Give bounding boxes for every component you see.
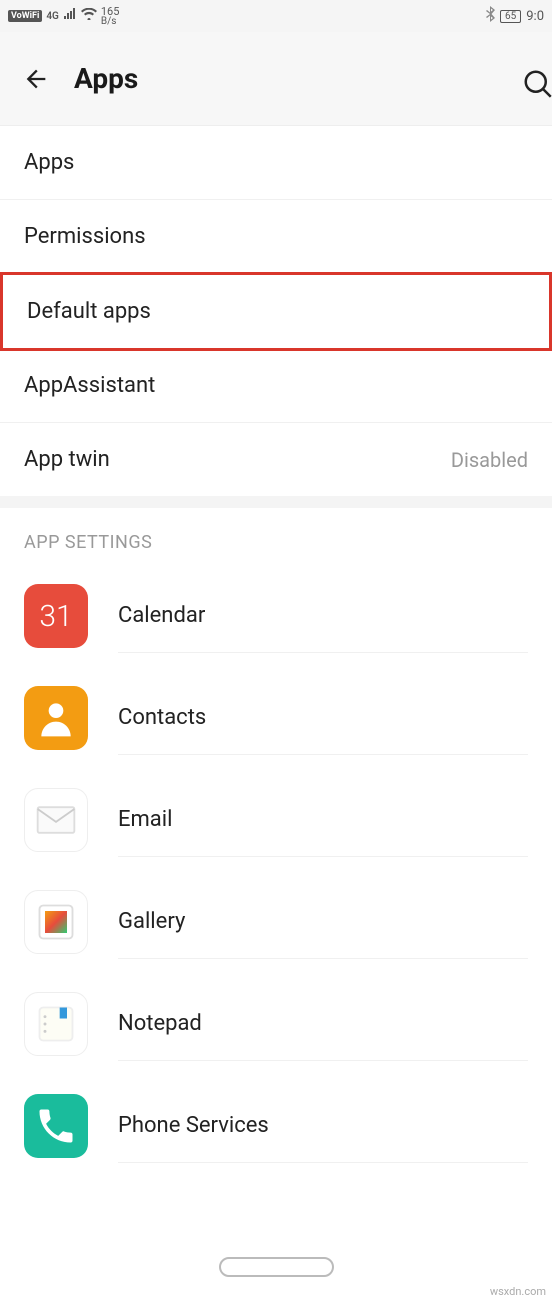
status-bar: VoWiFi 4G 165 B/s 65 9:0 bbox=[0, 0, 552, 32]
app-label: Phone Services bbox=[118, 1089, 528, 1163]
app-item-notepad[interactable]: Notepad bbox=[0, 973, 552, 1075]
email-icon bbox=[24, 788, 88, 852]
watermark: wsxdn.com bbox=[490, 1285, 546, 1298]
menu-label: Apps bbox=[24, 150, 74, 175]
app-label: Notepad bbox=[118, 987, 528, 1061]
menu-label: AppAssistant bbox=[24, 373, 155, 398]
menu-label: App twin bbox=[24, 447, 110, 472]
header: Apps bbox=[0, 32, 552, 126]
menu-label: Permissions bbox=[24, 224, 146, 249]
contacts-icon bbox=[24, 686, 88, 750]
clock: 9:0 bbox=[526, 9, 544, 24]
app-label: Calendar bbox=[118, 579, 528, 653]
network-type: 4G bbox=[46, 11, 59, 22]
search-button[interactable] bbox=[522, 68, 552, 98]
app-label: Gallery bbox=[118, 885, 528, 959]
page-title: Apps bbox=[74, 62, 138, 95]
search-icon bbox=[522, 68, 552, 98]
notepad-icon bbox=[24, 992, 88, 1056]
back-arrow-icon bbox=[22, 65, 50, 93]
section-divider bbox=[0, 496, 552, 508]
app-item-contacts[interactable]: Contacts bbox=[0, 667, 552, 769]
section-header-app-settings: APP SETTINGS bbox=[0, 508, 552, 565]
calendar-icon: 31 bbox=[24, 584, 88, 648]
status-right: 65 9:0 bbox=[485, 6, 544, 26]
menu-item-app-twin[interactable]: App twin Disabled bbox=[0, 423, 552, 496]
menu-label: Default apps bbox=[27, 299, 151, 324]
phone-icon bbox=[24, 1094, 88, 1158]
gallery-icon bbox=[24, 890, 88, 954]
menu-item-apps[interactable]: Apps bbox=[0, 126, 552, 200]
menu-item-default-apps[interactable]: Default apps bbox=[0, 272, 552, 351]
battery-indicator: 65 bbox=[500, 10, 521, 23]
vowifi-badge: VoWiFi bbox=[8, 10, 42, 22]
menu-item-permissions[interactable]: Permissions bbox=[0, 200, 552, 274]
app-item-gallery[interactable]: Gallery bbox=[0, 871, 552, 973]
wifi-icon bbox=[81, 8, 97, 24]
app-item-phone-services[interactable]: Phone Services bbox=[0, 1075, 552, 1177]
app-item-calendar[interactable]: 31 Calendar bbox=[0, 565, 552, 667]
app-item-email[interactable]: Email bbox=[0, 769, 552, 871]
app-label: Contacts bbox=[118, 681, 528, 755]
status-left: VoWiFi 4G 165 B/s bbox=[8, 6, 119, 27]
signal-icon bbox=[63, 8, 77, 24]
back-button[interactable] bbox=[16, 59, 56, 99]
navigation-bar bbox=[0, 1242, 552, 1292]
home-pill[interactable] bbox=[219, 1257, 334, 1277]
app-label: Email bbox=[118, 783, 528, 857]
menu-value: Disabled bbox=[451, 448, 528, 472]
network-speed: 165 B/s bbox=[101, 6, 120, 27]
menu-item-app-assistant[interactable]: AppAssistant bbox=[0, 349, 552, 423]
bluetooth-icon bbox=[485, 6, 495, 26]
